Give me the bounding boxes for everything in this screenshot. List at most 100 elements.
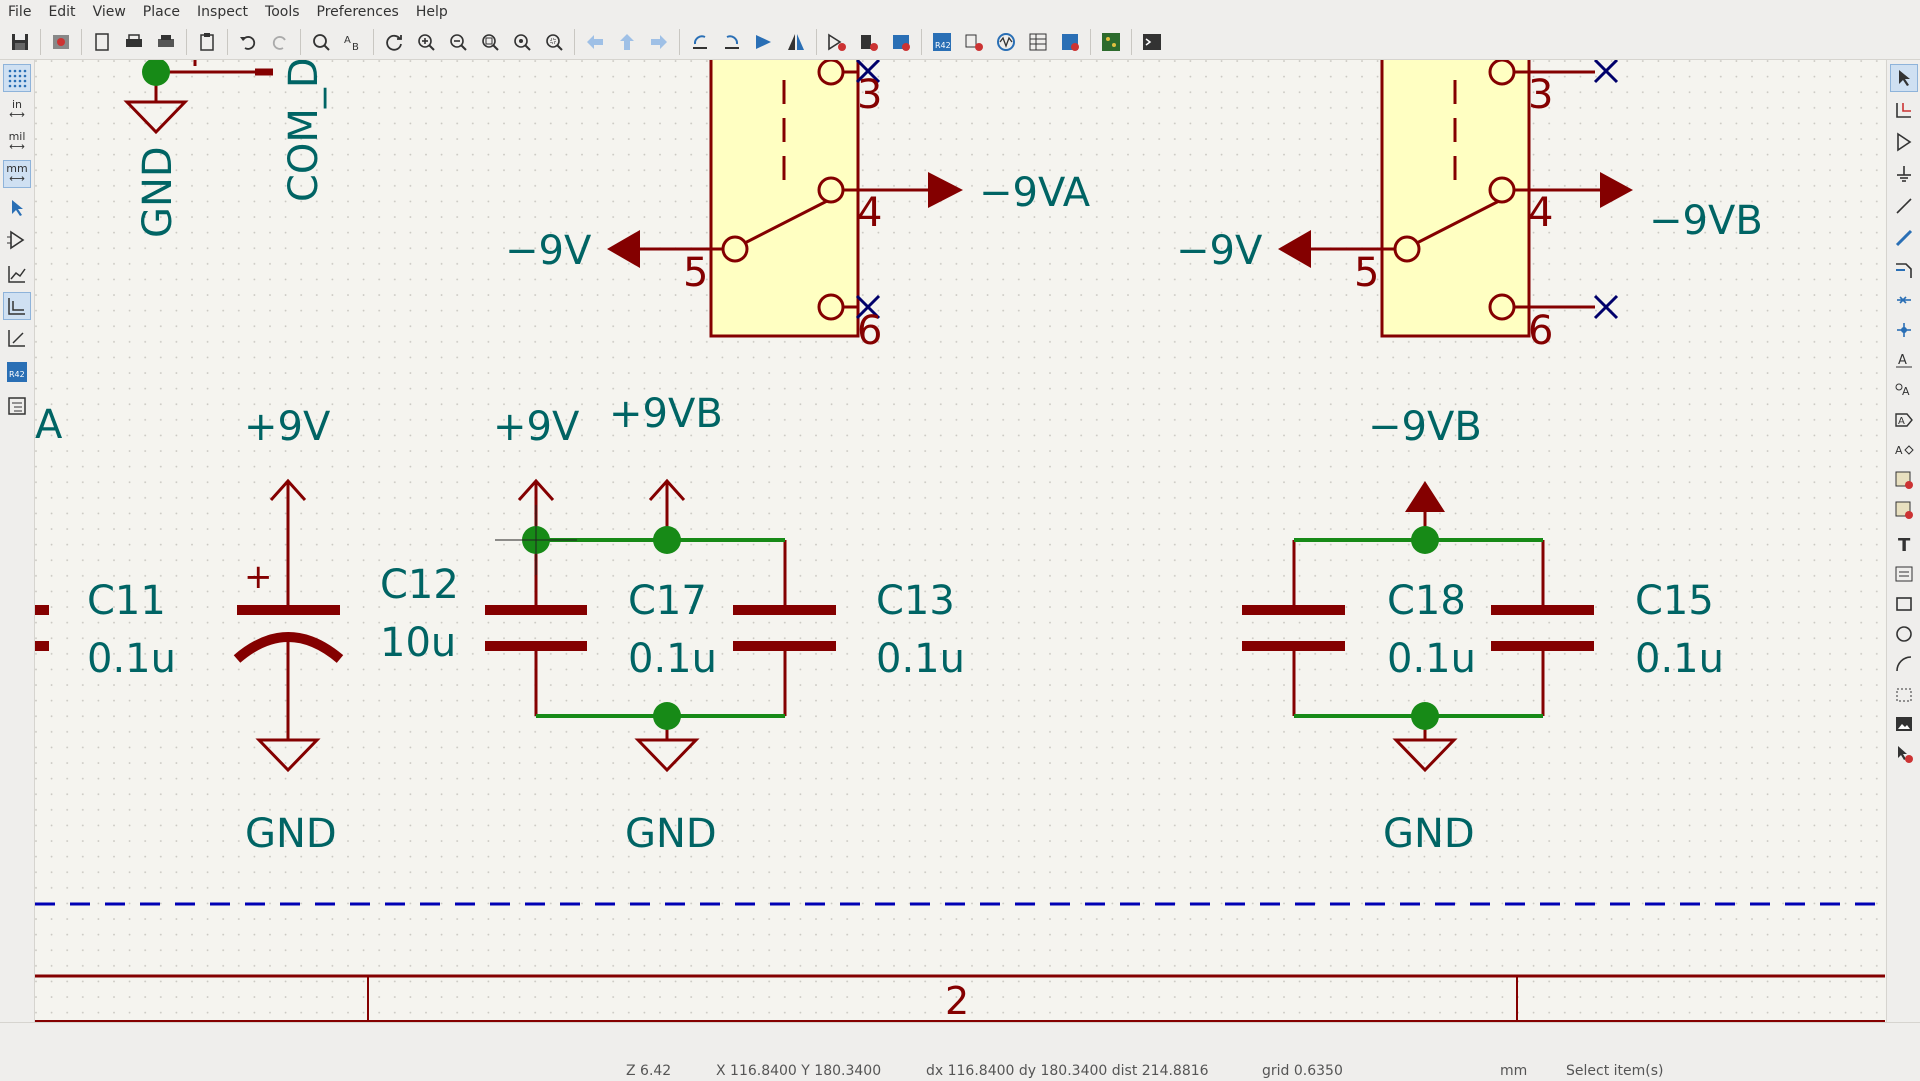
menu-preferences[interactable]: Preferences (309, 0, 408, 24)
mirror-vertical-icon[interactable] (782, 28, 810, 56)
mirror-horizontal-icon[interactable] (750, 28, 778, 56)
add-sheet-icon[interactable] (1890, 466, 1918, 494)
paste-icon[interactable] (193, 28, 221, 56)
units-mm-button[interactable]: mm ⟷ (3, 160, 31, 188)
pin-number: 3 (857, 72, 882, 118)
power-label-neg9vb: −9VB (1368, 404, 1482, 450)
toolbar-separator (816, 28, 817, 55)
grid-toggle-icon[interactable] (3, 64, 31, 92)
select-tool-icon[interactable] (1890, 64, 1918, 92)
menu-tools[interactable]: Tools (257, 0, 309, 24)
schematic-setup-icon[interactable] (47, 28, 75, 56)
add-no-connect-icon[interactable] (1890, 286, 1918, 314)
simulator-icon[interactable] (992, 28, 1020, 56)
find-icon[interactable] (307, 28, 335, 56)
add-global-label-icon[interactable]: A (1890, 406, 1918, 434)
net-label-partial: A (35, 402, 63, 448)
plot-icon[interactable] (152, 28, 180, 56)
power-label-plus9v-1: +9V (244, 404, 331, 450)
menu-inspect[interactable]: Inspect (189, 0, 257, 24)
scripting-console-icon[interactable] (1138, 28, 1166, 56)
symbol-browser-icon[interactable] (855, 28, 883, 56)
component-value: 0.1u (876, 636, 965, 682)
add-symbol-icon[interactable] (1890, 128, 1918, 156)
units-inches-button[interactable]: in ⟷ (3, 96, 31, 124)
rotate-cw-icon[interactable] (718, 28, 746, 56)
symbol-fields-table-icon[interactable] (1024, 28, 1052, 56)
add-bus-icon[interactable] (1890, 224, 1918, 252)
pin-number: 4 (857, 190, 882, 236)
add-bus-entry-icon[interactable] (1890, 256, 1918, 284)
add-circle-icon[interactable] (1890, 620, 1918, 648)
symbol-editor-icon[interactable] (823, 28, 851, 56)
hidden-pins-icon[interactable] (3, 226, 31, 254)
add-arc-icon[interactable] (1890, 650, 1918, 678)
add-polyline-icon[interactable] (1890, 680, 1918, 708)
annotation-toggle-icon[interactable]: R42 (3, 358, 31, 386)
redo-icon[interactable] (266, 28, 294, 56)
undo-icon[interactable] (234, 28, 262, 56)
page-settings-icon[interactable] (88, 28, 116, 56)
highlight-net-icon[interactable] (1890, 96, 1918, 124)
zoom-selection-icon[interactable] (540, 28, 568, 56)
navigate-forward-icon[interactable] (645, 28, 673, 56)
line-mode-free-icon[interactable] (3, 260, 31, 288)
menu-help[interactable]: Help (408, 0, 457, 24)
menu-place[interactable]: Place (135, 0, 189, 24)
annotate-icon[interactable]: R42 (928, 28, 956, 56)
component-value: 10u (380, 620, 456, 666)
svg-text:A: A (1898, 416, 1905, 427)
power-label-neg9v-left: −9V (505, 228, 592, 274)
cursor-crosshair-icon[interactable] (3, 194, 31, 222)
add-text-icon[interactable]: T (1890, 530, 1918, 558)
zoom-in-icon[interactable] (412, 28, 440, 56)
import-sheet-pin-icon[interactable] (1890, 496, 1918, 524)
add-netclass-label-icon[interactable]: A (1890, 376, 1918, 404)
units-mils-button[interactable]: mil ⟷ (3, 128, 31, 156)
schematic-canvas[interactable]: GND COM_D 3 4 5 6 −9VA −9V 3 4 5 6 −9VB … (35, 60, 1885, 1022)
power-label-plus9vb: +9VB (609, 391, 723, 437)
navigate-back-icon[interactable] (581, 28, 609, 56)
bom-icon[interactable] (1056, 28, 1084, 56)
rotate-ccw-icon[interactable] (686, 28, 714, 56)
add-rectangle-icon[interactable] (1890, 590, 1918, 618)
units-arrow-icon: ⟷ (9, 172, 25, 185)
add-hierarchical-label-icon[interactable]: A (1890, 436, 1918, 464)
delete-tool-icon[interactable] (1890, 740, 1918, 768)
menu-file[interactable]: File (0, 0, 40, 24)
pcb-editor-icon[interactable] (1097, 28, 1125, 56)
component-ref: C11 (87, 578, 166, 624)
power-label-neg9va: −9VA (979, 170, 1091, 216)
toolbar-separator (574, 28, 575, 55)
power-label-neg9vb-right: −9VB (1649, 198, 1763, 244)
add-power-icon[interactable] (1890, 160, 1918, 188)
zoom-objects-icon[interactable] (508, 28, 536, 56)
toolbar-separator (679, 28, 680, 55)
add-textbox-icon[interactable] (1890, 560, 1918, 588)
save-icon[interactable] (6, 28, 34, 56)
add-wire-icon[interactable] (1890, 192, 1918, 220)
svg-text:A: A (344, 35, 351, 46)
menu-edit[interactable]: Edit (40, 0, 84, 24)
print-icon[interactable] (120, 28, 148, 56)
zoom-out-icon[interactable] (444, 28, 472, 56)
zoom-fit-icon[interactable] (476, 28, 504, 56)
grid-background (35, 60, 1885, 1022)
find-replace-icon[interactable]: AB (339, 28, 367, 56)
footprint-assign-icon[interactable] (887, 28, 915, 56)
navigate-up-icon[interactable] (613, 28, 641, 56)
add-image-icon[interactable] (1890, 710, 1918, 738)
line-mode-45-icon[interactable] (3, 324, 31, 352)
right-toolbar: A A A A T (1886, 60, 1920, 1022)
refresh-icon[interactable] (380, 28, 408, 56)
erc-icon[interactable] (960, 28, 988, 56)
component-ref: C17 (628, 578, 707, 624)
power-label-gnd-top: GND (135, 146, 181, 238)
add-junction-icon[interactable] (1890, 316, 1918, 344)
line-mode-90-icon[interactable] (3, 292, 31, 320)
menu-view[interactable]: View (85, 0, 135, 24)
status-cursor-position: X 116.8400 Y 180.3400 (716, 1063, 882, 1079)
menu-bar: File Edit View Place Inspect Tools Prefe… (0, 0, 1920, 24)
hierarchy-navigator-icon[interactable] (3, 392, 31, 420)
add-label-icon[interactable]: A (1890, 346, 1918, 374)
